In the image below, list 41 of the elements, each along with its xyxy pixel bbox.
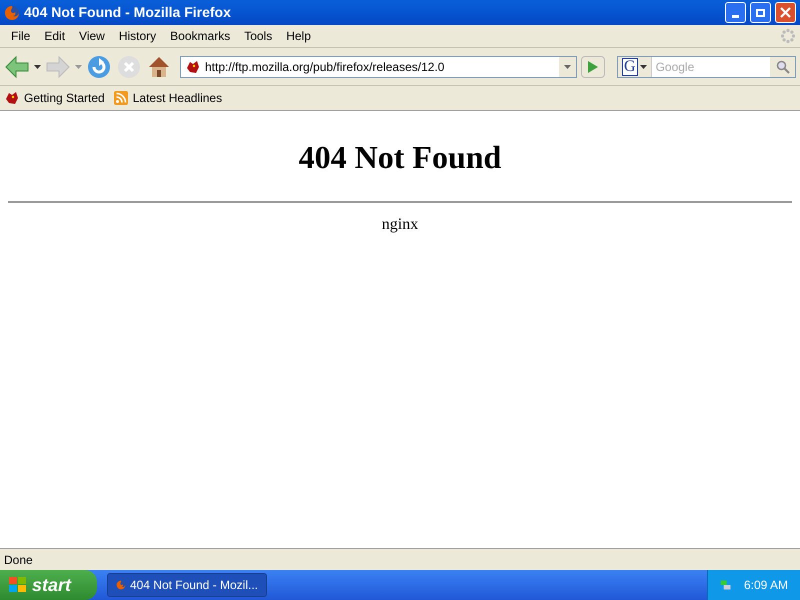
- menu-item[interactable]: File: [4, 27, 38, 45]
- menu-item[interactable]: History: [112, 27, 164, 45]
- reload-icon[interactable]: [86, 54, 112, 80]
- caret-icon[interactable]: [34, 64, 41, 68]
- window-title: 404 Not Found - Mozilla Firefox: [24, 3, 232, 22]
- bookmark-link[interactable]: Latest Headlines: [132, 89, 222, 107]
- menu-item[interactable]: Tools: [237, 27, 280, 45]
- search-icon: [776, 60, 790, 74]
- clock: 6:09 AM: [744, 577, 788, 594]
- menu-item[interactable]: Edit: [37, 27, 72, 45]
- restore-button[interactable]: [750, 2, 771, 23]
- address-field[interactable]: http://ftp.mozilla.org/pub/firefox/releases/12.0: [180, 56, 577, 78]
- search-engine-button[interactable]: G: [618, 56, 652, 76]
- forward-icon: [45, 54, 71, 78]
- play-icon: [587, 60, 599, 74]
- close-icon: [780, 7, 791, 18]
- dropdown-button[interactable]: [559, 56, 576, 76]
- search-button[interactable]: [770, 56, 795, 76]
- site-icon: [185, 58, 201, 74]
- server-name: nginx: [380, 215, 420, 235]
- caret-icon[interactable]: [640, 64, 647, 68]
- page-heading: 404 Not Found: [298, 138, 502, 177]
- close-button[interactable]: [775, 2, 796, 23]
- status-text: Done: [4, 552, 33, 568]
- menu-item[interactable]: View: [72, 27, 112, 45]
- minimize-button[interactable]: [725, 2, 746, 23]
- menu-item[interactable]: Bookmarks: [163, 27, 238, 45]
- search-field[interactable]: G Google: [617, 56, 796, 78]
- windows-logo-icon: [8, 576, 28, 594]
- feed-icon: [112, 90, 129, 106]
- throbber-icon: [780, 28, 796, 44]
- firefox-icon: [4, 4, 20, 20]
- caret-icon[interactable]: [564, 64, 571, 68]
- back-icon[interactable]: [4, 54, 30, 78]
- bookmark-link[interactable]: Getting Started: [24, 89, 105, 107]
- stop-icon: [116, 54, 142, 80]
- go-button[interactable]: [581, 56, 605, 78]
- bookmark-icon: [4, 90, 20, 106]
- taskbar-button[interactable]: 404 Not Found - Mozil...: [107, 573, 267, 597]
- menu-item[interactable]: Help: [279, 27, 318, 45]
- start-button[interactable]: start: [0, 570, 97, 600]
